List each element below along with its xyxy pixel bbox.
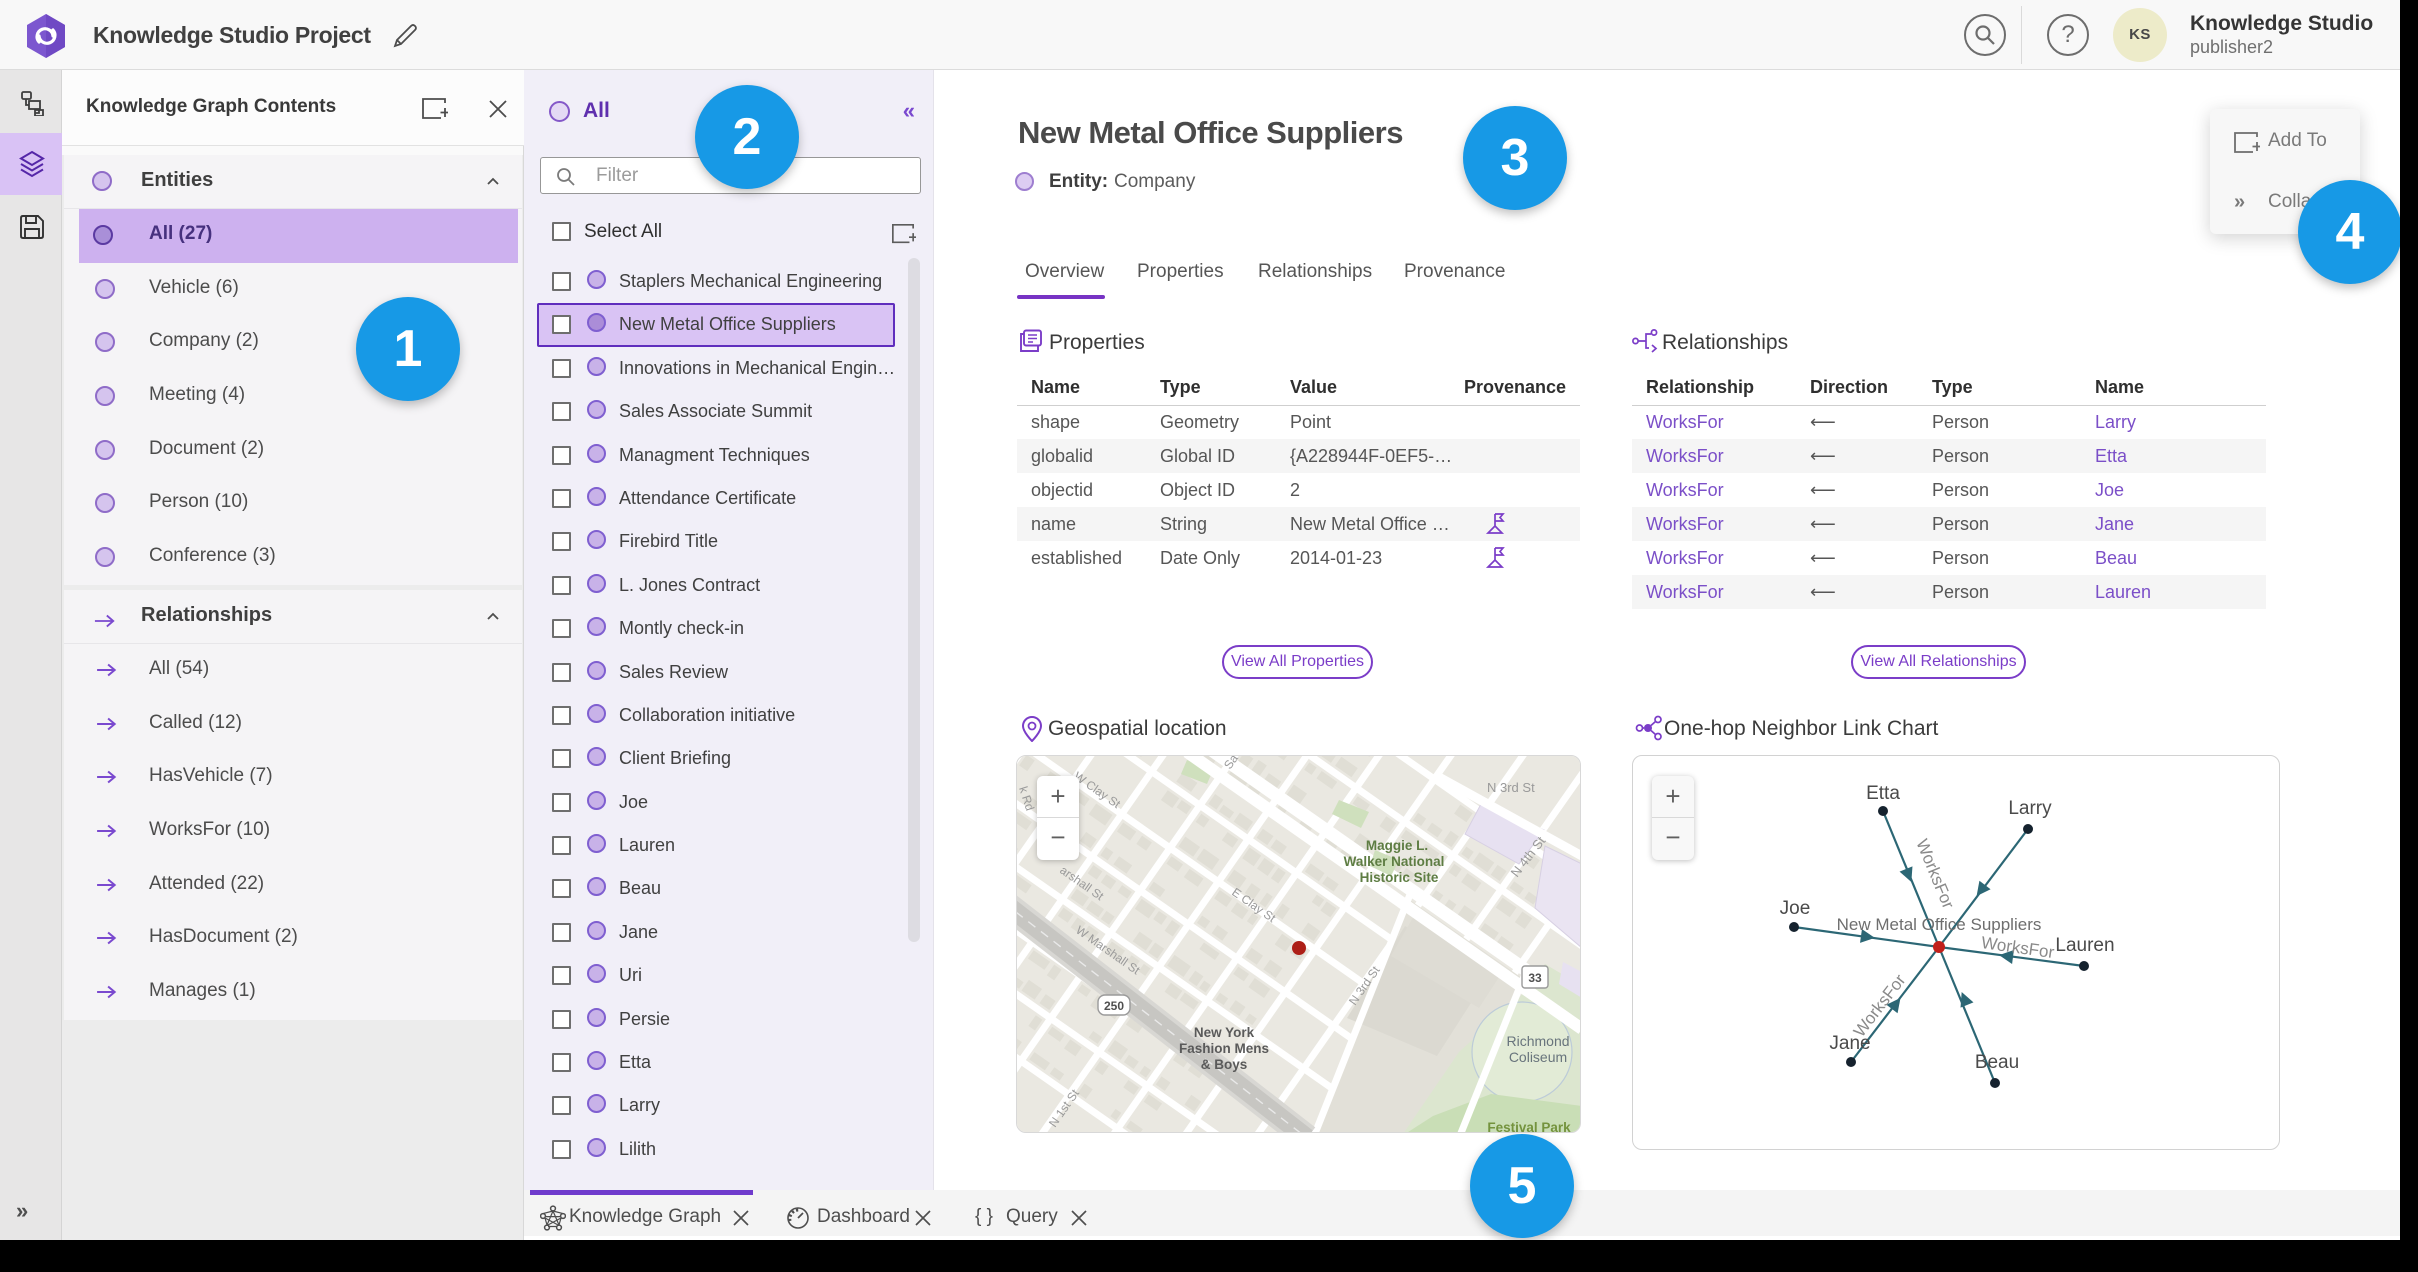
svg-text:Jane: Jane xyxy=(1829,1033,1870,1054)
svg-text:New Metal Office Suppliers: New Metal Office Suppliers xyxy=(1837,915,2042,934)
svg-text:Lauren: Lauren xyxy=(2055,935,2114,956)
svg-text:Coliseum: Coliseum xyxy=(1509,1049,1567,1065)
svg-text:33: 33 xyxy=(1528,971,1542,985)
svg-text:Larry: Larry xyxy=(2008,798,2052,819)
svg-text:WorksFor: WorksFor xyxy=(1850,970,1910,1040)
svg-text:New York: New York xyxy=(1194,1025,1255,1040)
svg-text:250: 250 xyxy=(1104,999,1124,1013)
svg-text:Historic Site: Historic Site xyxy=(1360,870,1439,885)
svg-text:Beau: Beau xyxy=(1975,1052,2019,1073)
svg-text:Walker National: Walker National xyxy=(1344,854,1445,869)
svg-text:N 3rd St: N 3rd St xyxy=(1487,780,1535,795)
svg-text:Festival Park: Festival Park xyxy=(1487,1120,1571,1133)
svg-text:Maggie L.: Maggie L. xyxy=(1366,838,1428,853)
svg-text:Richmond: Richmond xyxy=(1506,1033,1569,1049)
svg-text:Joe: Joe xyxy=(1780,898,1811,919)
svg-text:& Boys: & Boys xyxy=(1201,1057,1248,1072)
svg-text:Fashion Mens: Fashion Mens xyxy=(1179,1041,1269,1056)
svg-text:Etta: Etta xyxy=(1866,783,1900,804)
